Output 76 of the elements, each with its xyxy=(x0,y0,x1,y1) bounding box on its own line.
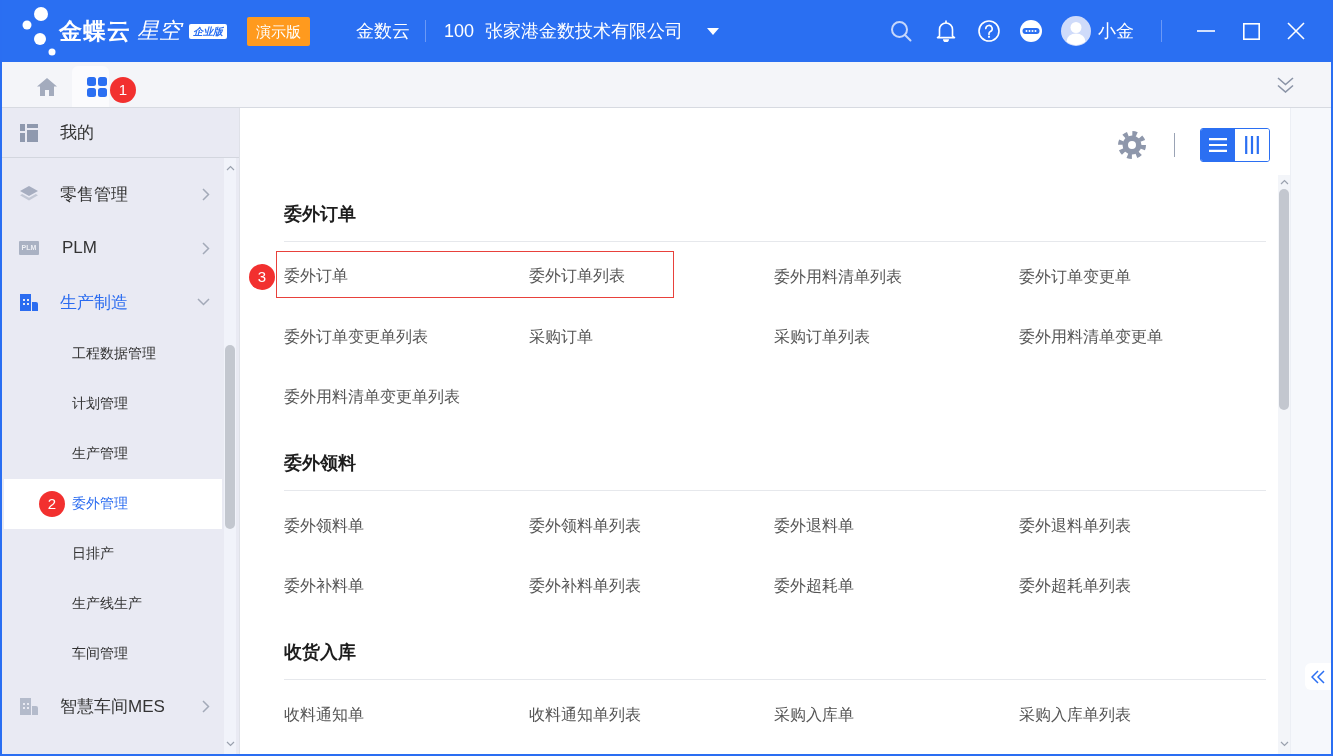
nav-subitem[interactable]: 日排产 xyxy=(4,529,222,579)
scroll-down-icon[interactable] xyxy=(1279,741,1289,747)
apps-tab[interactable] xyxy=(72,66,109,107)
double-chevron-down-icon[interactable] xyxy=(1277,76,1294,93)
help-icon[interactable] xyxy=(978,20,1000,42)
chevron-right-icon xyxy=(202,241,210,255)
section-heading: 收货入库 xyxy=(284,642,356,662)
scrollbar-thumb[interactable] xyxy=(1279,189,1289,410)
callout-badge: 3 xyxy=(249,264,275,290)
nav-subitem[interactable]: 生产线生产 xyxy=(4,579,222,629)
scroll-down-icon[interactable] xyxy=(225,741,235,747)
menu-link[interactable]: 委外补料单列表 xyxy=(529,575,641,597)
org-code: 100 xyxy=(444,20,475,42)
list-icon xyxy=(1209,138,1227,152)
menu-link[interactable]: 委外订单列表 xyxy=(529,265,625,287)
collapse-button[interactable] xyxy=(1305,663,1331,690)
scroll-up-icon[interactable] xyxy=(225,165,235,171)
grid-icon xyxy=(87,76,107,97)
more-icon[interactable] xyxy=(1020,20,1042,42)
menu-link[interactable]: 委外超耗单 xyxy=(774,575,854,597)
menu-link[interactable]: 委外退料单列表 xyxy=(1019,515,1131,537)
nav-item[interactable]: 智慧车间MES xyxy=(2,679,224,733)
maximize-icon[interactable] xyxy=(1243,22,1260,40)
dashboard-icon xyxy=(20,123,38,142)
menu-link[interactable]: 委外用料清单变更单列表 xyxy=(284,386,460,408)
close-icon[interactable] xyxy=(1287,22,1305,40)
callout-badge: 1 xyxy=(110,77,136,103)
dots-logo-icon xyxy=(20,6,58,56)
chevron-right-icon xyxy=(202,187,210,201)
nav-subitem[interactable]: 生产管理 xyxy=(4,429,222,479)
menu-link[interactable]: 采购订单 xyxy=(529,326,593,348)
menu-link[interactable]: 委外订单变更单列表 xyxy=(284,326,428,348)
menu-link[interactable]: 采购入库单 xyxy=(774,704,854,726)
caret-down-icon[interactable] xyxy=(707,27,720,35)
demo-badge: 演示版 xyxy=(247,16,310,46)
home-icon xyxy=(37,77,57,96)
menu-link[interactable]: 委外补料单 xyxy=(284,575,364,597)
menu-link[interactable]: 委外用料清单变更单 xyxy=(1019,326,1163,348)
nav-subitem[interactable]: 计划管理 xyxy=(4,379,222,429)
bell-icon[interactable] xyxy=(936,20,956,42)
nav-item[interactable]: 零售管理 xyxy=(2,167,224,221)
avatar-icon[interactable] xyxy=(1061,16,1091,46)
columns-icon xyxy=(1245,136,1259,154)
menu-link[interactable]: 委外订单 xyxy=(284,265,348,287)
building-icon xyxy=(20,293,38,311)
building-icon xyxy=(20,697,38,715)
scroll-up-icon[interactable] xyxy=(1279,179,1289,185)
layers-icon xyxy=(20,186,38,202)
menu-link[interactable]: 采购入库单列表 xyxy=(1019,704,1131,726)
menu-link[interactable]: 委外领料单列表 xyxy=(529,515,641,537)
menu-link[interactable]: 收料通知单 xyxy=(284,704,364,726)
menu-link[interactable]: 委外超耗单列表 xyxy=(1019,575,1131,597)
nav-item[interactable]: 生产制造 xyxy=(2,275,224,329)
org-name: 张家港金数技术有限公司 xyxy=(485,20,684,43)
menu-link[interactable]: 委外用料清单列表 xyxy=(774,266,902,288)
menu-link[interactable]: 委外领料单 xyxy=(284,515,364,537)
nav-item[interactable]: 我的 xyxy=(2,108,239,158)
search-icon[interactable] xyxy=(890,20,912,42)
settings-icon[interactable] xyxy=(1118,131,1146,159)
nav-subitem[interactable]: 工程数据管理 xyxy=(4,329,222,379)
double-chevron-left-icon xyxy=(1311,669,1325,684)
menu-link[interactable]: 收料通知单列表 xyxy=(529,704,641,726)
section-heading: 委外订单 xyxy=(284,204,356,224)
tenant-name: 金数云 xyxy=(356,20,410,43)
edition-badge: 企业版 xyxy=(189,23,227,39)
list-view-button[interactable] xyxy=(1201,129,1235,161)
chevron-right-icon xyxy=(202,699,210,713)
user-name: 小金 xyxy=(1098,20,1134,43)
section-heading: 委外领料 xyxy=(284,453,356,473)
scrollbar-thumb[interactable] xyxy=(225,345,235,529)
menu-link[interactable]: 委外退料单 xyxy=(774,515,854,537)
brand-name: 金蝶云 xyxy=(59,16,131,46)
chevron-down-icon xyxy=(197,298,210,306)
nav-subitem[interactable]: 车间管理 xyxy=(4,629,222,679)
menu-link[interactable]: 采购订单列表 xyxy=(774,326,870,348)
menu-link[interactable]: 委外订单变更单 xyxy=(1019,266,1131,288)
